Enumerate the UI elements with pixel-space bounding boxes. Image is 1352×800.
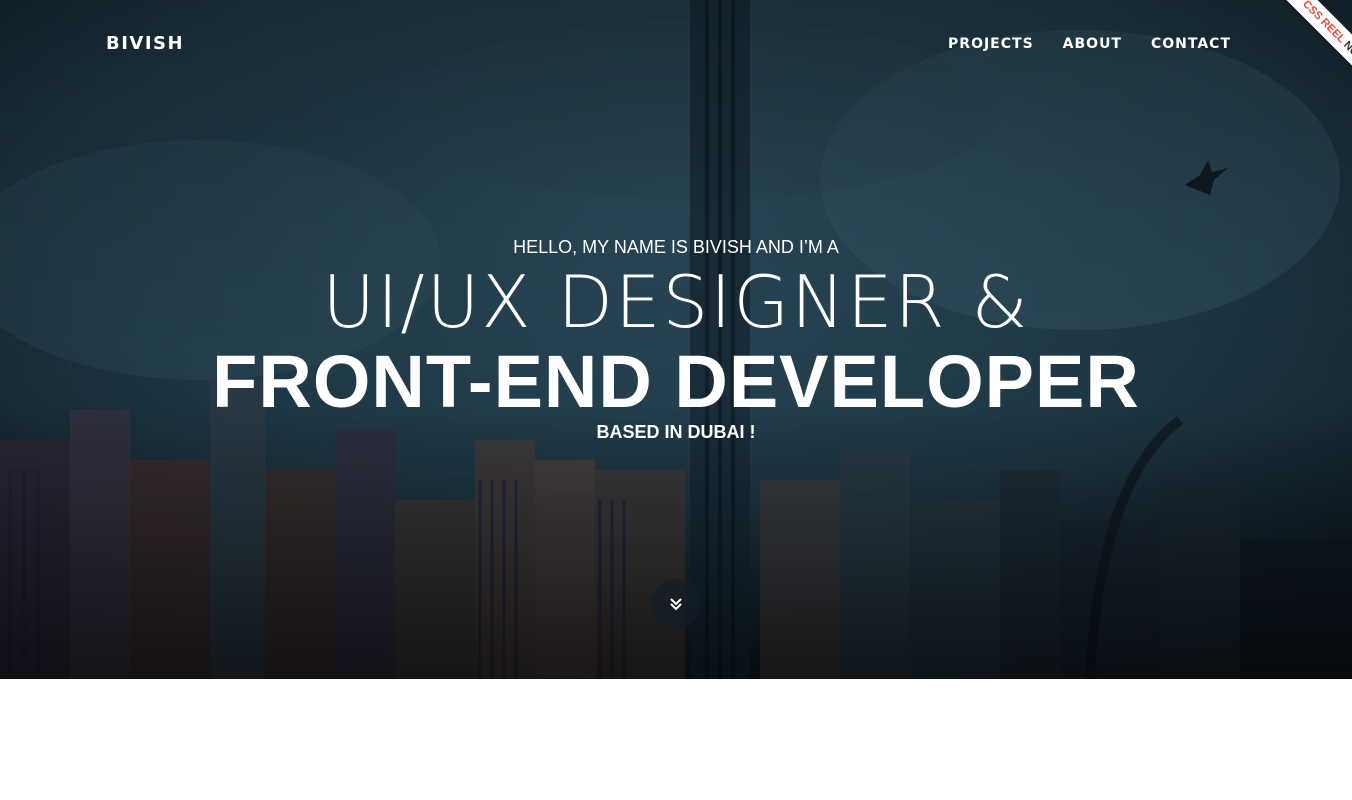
ribbon-banner: CSS REEL NOMINEE — [1275, 0, 1352, 109]
hero-location: BASED IN DUBAI ! — [596, 422, 756, 442]
css-reel-ribbon[interactable]: CSS REEL NOMINEE — [1240, 0, 1352, 112]
nav-item-contact[interactable]: CONTACT — [1151, 35, 1231, 53]
nav-item-projects[interactable]: PROJECTS — [948, 35, 1034, 53]
nav-item-about[interactable]: ABOUT — [1063, 35, 1122, 53]
hero-title-bold: FRONT-END DEVELOPER — [212, 340, 1140, 423]
hero-section: BIVISH PROJECTS ABOUT CONTACT CSS REEL N… — [0, 0, 1352, 679]
hero-intro: HELLO, MY NAME IS BIVISH AND I’M A — [513, 237, 839, 257]
hero-title-light: UI/UX DESIGNER & — [322, 260, 1030, 344]
ribbon-text-rest: NOMINEE — [1341, 39, 1352, 84]
double-chevron-down-icon — [670, 598, 682, 611]
scroll-down-button[interactable] — [651, 579, 701, 629]
main-nav: PROJECTS ABOUT CONTACT — [948, 35, 1231, 53]
ribbon-text-highlight: CSS REEL — [1300, 0, 1348, 46]
brand-logo[interactable]: BIVISH — [106, 33, 184, 55]
content-area — [0, 679, 1352, 800]
